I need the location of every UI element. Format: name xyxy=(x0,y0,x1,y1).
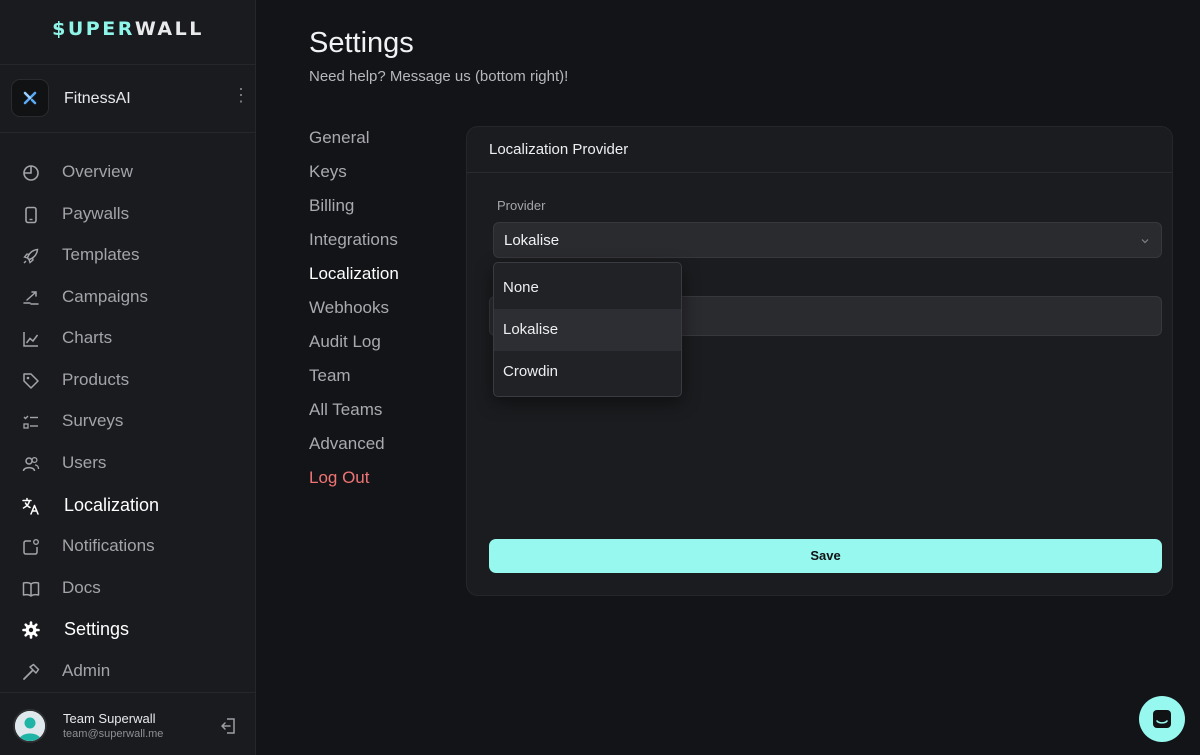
sidebar-item-charts[interactable]: Charts xyxy=(0,318,256,358)
book-icon xyxy=(22,581,40,597)
sidebar-item-label: Overview xyxy=(62,162,133,181)
campaigns-icon xyxy=(23,291,39,305)
card-header: Localization Provider xyxy=(467,127,1172,173)
save-button[interactable]: Save xyxy=(489,539,1162,573)
avatar[interactable] xyxy=(13,709,47,743)
sidebar-divider xyxy=(0,132,256,133)
provider-dropdown-menu: None Lokalise Crowdin xyxy=(493,262,682,397)
chat-icon xyxy=(1153,710,1171,728)
sidebar-item-label: Users xyxy=(62,453,107,472)
sidebar-item-label: Settings xyxy=(64,618,130,639)
app-menu-icon[interactable]: ⋮ xyxy=(232,86,250,104)
provider-select-value: Lokalise xyxy=(504,232,560,249)
logo-text-accent: $UPER xyxy=(52,18,135,40)
user-name: Team Superwall xyxy=(63,711,156,726)
dropdown-option-lokalise[interactable]: Lokalise xyxy=(494,309,681,351)
card-title: Localization Provider xyxy=(489,141,629,158)
page-title: Settings xyxy=(309,27,414,59)
provider-label: Provider xyxy=(497,198,546,213)
user-profile: Team Superwall team@superwall.me xyxy=(0,692,256,755)
sidebar-item-notifications[interactable]: Notifications xyxy=(0,526,256,566)
rocket-icon xyxy=(23,248,39,264)
sidebar-item-label: Docs xyxy=(62,578,101,597)
sidebar-item-label: Surveys xyxy=(62,411,124,430)
sidebar-item-users[interactable]: Users xyxy=(0,443,256,483)
sidebar-item-admin[interactable]: Admin xyxy=(0,651,256,691)
sidebar-item-label: Paywalls xyxy=(62,204,130,223)
chevron-down-icon xyxy=(1141,239,1149,244)
superwall-logo[interactable]: $UPERWALL xyxy=(0,18,256,40)
sidebar-item-label: Localization xyxy=(64,494,160,515)
sidebar-item-settings[interactable]: Settings xyxy=(0,609,256,649)
users-icon xyxy=(22,456,40,472)
settings-tab-audit-log[interactable]: Audit Log xyxy=(309,332,381,352)
sidebar-item-label: Products xyxy=(62,370,130,389)
sidebar-item-label: Charts xyxy=(62,328,113,347)
app-switcher[interactable]: FitnessAI ⋮ xyxy=(0,66,256,132)
sidebar-item-overview[interactable]: Overview xyxy=(0,152,256,192)
notification-icon xyxy=(23,539,39,555)
app-name: FitnessAI xyxy=(64,90,131,107)
settings-tab-webhooks[interactable]: Webhooks xyxy=(309,298,389,318)
settings-tab-team[interactable]: Team xyxy=(309,366,351,386)
tag-icon xyxy=(23,373,39,389)
log-out-link[interactable]: Log Out xyxy=(309,468,370,488)
dropdown-option-crowdin[interactable]: Crowdin xyxy=(494,351,681,393)
sidebar-item-products[interactable]: Products xyxy=(0,360,256,400)
sidebar-item-localization[interactable]: Localization xyxy=(0,485,256,525)
settings-tab-integrations[interactable]: Integrations xyxy=(309,230,398,250)
settings-tab-advanced[interactable]: Advanced xyxy=(309,434,385,454)
logout-icon[interactable] xyxy=(218,715,240,737)
sidebar-item-docs[interactable]: Docs xyxy=(0,568,256,608)
gear-icon xyxy=(22,621,40,639)
overview-icon xyxy=(23,165,39,181)
dropdown-option-none[interactable]: None xyxy=(494,267,681,309)
logo-text-main: WALL xyxy=(134,18,204,40)
app-logo-icon xyxy=(11,79,49,117)
provider-select[interactable]: Lokalise xyxy=(493,222,1162,258)
settings-tab-all-teams[interactable]: All Teams xyxy=(309,400,382,420)
chart-line-icon xyxy=(23,332,39,347)
sidebar: $UPERWALL FitnessAI ⋮ Overview Paywalls … xyxy=(0,0,256,755)
checklist-icon xyxy=(23,415,38,429)
hammer-icon xyxy=(23,663,40,680)
chat-launcher-button[interactable] xyxy=(1139,696,1185,742)
sidebar-item-label: Admin xyxy=(62,661,111,680)
user-email: team@superwall.me xyxy=(63,728,164,740)
sidebar-item-label: Templates xyxy=(62,245,140,264)
sidebar-item-paywalls[interactable]: Paywalls xyxy=(0,194,256,234)
sidebar-item-campaigns[interactable]: Campaigns xyxy=(0,277,256,317)
page-subtitle: Need help? Message us (bottom right)! xyxy=(309,68,569,85)
sidebar-item-label: Campaigns xyxy=(62,287,148,306)
sidebar-item-templates[interactable]: Templates xyxy=(0,235,256,275)
avatar-icon xyxy=(15,711,45,741)
settings-tab-localization[interactable]: Localization xyxy=(309,264,399,284)
sidebar-item-surveys[interactable]: Surveys xyxy=(0,401,256,441)
sidebar-item-label: Notifications xyxy=(62,536,155,555)
settings-tab-keys[interactable]: Keys xyxy=(309,162,347,182)
settings-tab-general[interactable]: General xyxy=(309,128,369,148)
settings-tab-billing[interactable]: Billing xyxy=(309,196,354,216)
phone-icon xyxy=(25,206,37,224)
translate-icon xyxy=(22,497,39,515)
sidebar-divider xyxy=(0,64,256,65)
